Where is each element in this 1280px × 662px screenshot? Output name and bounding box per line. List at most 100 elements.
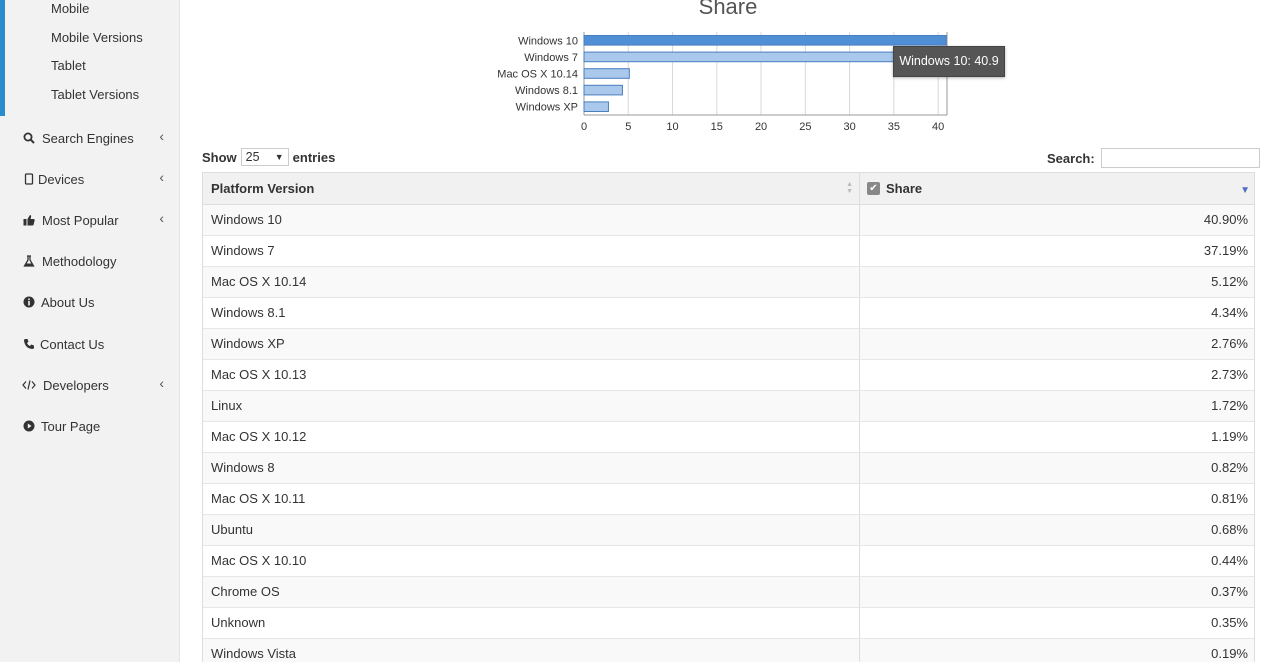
share-cell: 0.82%: [1211, 460, 1248, 475]
sidebar-item-tour-page[interactable]: Tour Page: [22, 416, 168, 440]
chart-bar: [583, 34, 947, 46]
platform-version-cell: Mac OS X 10.14: [203, 267, 860, 297]
chart-bar: [583, 51, 914, 63]
share-cell: 37.19%: [1203, 243, 1248, 258]
sort-icon: ▲ ▼: [846, 181, 853, 195]
category-label: Windows 8.1: [515, 85, 578, 97]
table-row[interactable]: Windows 10 40.90%: [203, 205, 1254, 236]
chevron-left-icon: ‹: [159, 210, 164, 226]
entries-select[interactable]: 25 ▼: [240, 148, 289, 166]
platform-version-cell: Ubuntu: [203, 515, 860, 545]
submenu-item-tablet[interactable]: Tablet: [51, 58, 86, 73]
share-cell: 0.44%: [1211, 553, 1248, 568]
chart-tooltip: Windows 10: 40.9: [893, 46, 1005, 77]
share-cell: 4.34%: [1211, 305, 1248, 320]
table-row[interactable]: Linux 1.72%: [203, 391, 1254, 422]
sidebar-item-label: Tour Page: [41, 419, 101, 434]
share-cell: 1.72%: [1211, 398, 1248, 413]
x-tick-label: 25: [799, 121, 811, 133]
table-row[interactable]: Mac OS X 10.14 5.12%: [203, 267, 1254, 298]
platform-version-cell: Windows 8: [203, 453, 860, 483]
sidebar-item-contact-us[interactable]: Contact Us: [22, 334, 168, 358]
code-icon: [22, 378, 36, 392]
sidebar-item-label: Developers: [43, 378, 109, 393]
play-circle-icon: [22, 419, 36, 433]
table-row[interactable]: Chrome OS 0.37%: [203, 577, 1254, 608]
sort-descending-icon: ▼: [1240, 185, 1250, 196]
category-label: Windows 10: [518, 35, 578, 47]
search-input[interactable]: [1100, 148, 1260, 168]
chart-bar: [583, 101, 609, 113]
sidebar-item-devices[interactable]: Devices ‹: [22, 169, 168, 193]
submenu-item-mobile[interactable]: Mobile: [51, 1, 89, 16]
chevron-left-icon: ‹: [159, 128, 164, 144]
x-tick-label: 0: [581, 121, 587, 133]
table-row[interactable]: Ubuntu 0.68%: [203, 515, 1254, 546]
x-tick-label: 15: [711, 121, 723, 133]
chevron-left-icon: ‹: [159, 375, 164, 391]
share-cell: 0.35%: [1211, 615, 1248, 630]
show-label: Show: [202, 149, 237, 165]
share-cell: 5.12%: [1211, 274, 1248, 289]
platform-version-cell: Windows XP: [203, 329, 860, 359]
platform-version-cell: Mac OS X 10.10: [203, 546, 860, 576]
platform-version-cell: Windows 10: [203, 205, 860, 235]
x-tick-label: 40: [932, 121, 944, 133]
search-label: Search:: [1047, 150, 1095, 166]
table-row[interactable]: Windows 8.1 4.34%: [203, 298, 1254, 329]
table-row[interactable]: Windows 7 37.19%: [203, 236, 1254, 267]
share-bar-chart: 0 5 10 15 20 25 30 35 40 Windows 10 Windows 7 Mac O…: [497, 32, 948, 133]
category-label: Mac OS X 10.14: [497, 69, 578, 81]
x-tick-label: 10: [666, 121, 678, 133]
entries-label: entries: [292, 149, 336, 165]
column-header-share[interactable]: ✔ Share ▼: [860, 173, 1254, 204]
sidebar-item-about-us[interactable]: About Us: [22, 292, 168, 316]
x-tick-label: 35: [888, 121, 900, 133]
sidebar-item-most-popular[interactable]: Most Popular ‹: [22, 210, 168, 234]
sidebar-item-methodology[interactable]: Methodology: [22, 251, 168, 275]
sidebar-item-developers[interactable]: Developers ‹: [22, 375, 168, 399]
devices-submenu: Mobile Mobile Versions Tablet Tablet Ver…: [0, 0, 180, 116]
platform-version-cell: Mac OS X 10.11: [203, 484, 860, 514]
table-header: Platform Version ▲ ▼ ✔ Share ▼: [203, 173, 1254, 205]
sidebar-item-label: Most Popular: [42, 213, 119, 228]
submenu-item-tablet-versions[interactable]: Tablet Versions: [51, 87, 139, 102]
share-cell: 40.90%: [1203, 212, 1248, 227]
platform-version-cell: Windows 7: [203, 236, 860, 266]
phone-icon: [22, 337, 36, 351]
submenu-item-mobile-versions[interactable]: Mobile Versions: [51, 30, 143, 45]
table-row[interactable]: Mac OS X 10.12 1.19%: [203, 422, 1254, 453]
search-control: Search:: [1047, 148, 1260, 168]
category-label: Windows XP: [516, 102, 578, 114]
table-row[interactable]: Mac OS X 10.13 2.73%: [203, 360, 1254, 391]
chevron-left-icon: ‹: [159, 169, 164, 185]
platform-version-cell: Linux: [203, 391, 860, 421]
platform-version-cell: Unknown: [203, 608, 860, 638]
sidebar-item-search-engines[interactable]: Search Engines ‹: [22, 128, 168, 152]
length-control: Show 25 ▼ entries: [202, 148, 335, 166]
platform-version-table: Platform Version ▲ ▼ ✔ Share ▼ Windows 10…: [202, 172, 1255, 662]
share-cell: 0.19%: [1211, 646, 1248, 661]
table-row[interactable]: Unknown 0.35%: [203, 608, 1254, 639]
table-row[interactable]: Windows XP 2.76%: [203, 329, 1254, 360]
table-row[interactable]: Mac OS X 10.11 0.81%: [203, 484, 1254, 515]
column-header-label: Share: [886, 181, 923, 196]
sidebar-item-label: Contact Us: [40, 337, 105, 352]
table-row[interactable]: Windows Vista 0.19%: [203, 639, 1254, 662]
table-row[interactable]: Windows 8 0.82%: [203, 453, 1254, 484]
column-header-label: Platform Version: [211, 181, 315, 196]
entries-select-value: 25: [245, 150, 260, 164]
share-cell: 0.81%: [1211, 491, 1248, 506]
x-tick-label: 5: [625, 121, 631, 133]
x-tick-label: 30: [843, 121, 855, 133]
flask-icon: [22, 254, 36, 268]
platform-version-cell: Mac OS X 10.13: [203, 360, 860, 390]
checkbox-icon[interactable]: ✔: [867, 182, 880, 195]
table-row[interactable]: Mac OS X 10.10 0.44%: [203, 546, 1254, 577]
chart-title: Share: [698, 0, 758, 19]
share-cell: 0.68%: [1211, 522, 1248, 537]
platform-version-cell: Windows 8.1: [203, 298, 860, 328]
category-label: Windows 7: [524, 52, 578, 64]
share-cell: 2.73%: [1211, 367, 1248, 382]
column-header-platform-version[interactable]: Platform Version ▲ ▼: [203, 173, 860, 204]
